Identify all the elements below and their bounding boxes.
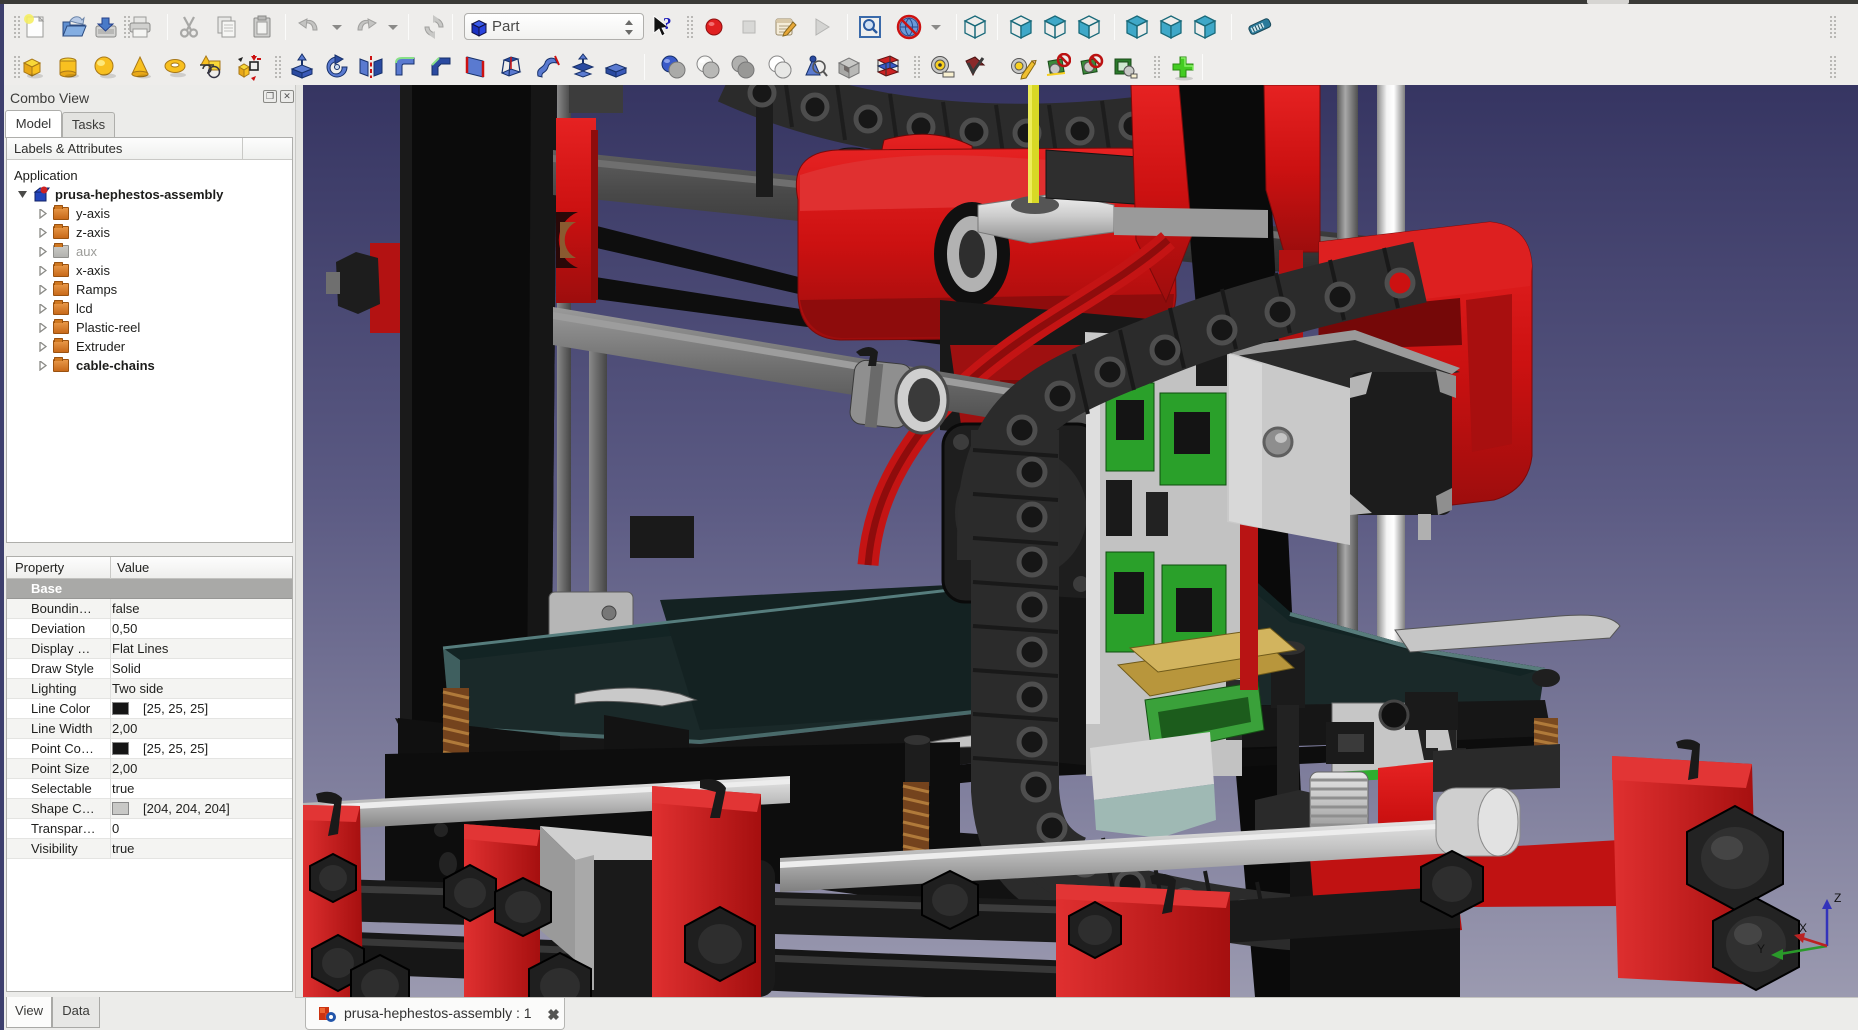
svg-text:X: X xyxy=(1799,921,1807,935)
svg-text:?: ? xyxy=(663,14,672,33)
svg-text:Z: Z xyxy=(1834,891,1841,905)
svg-text:Y: Y xyxy=(1757,942,1765,956)
